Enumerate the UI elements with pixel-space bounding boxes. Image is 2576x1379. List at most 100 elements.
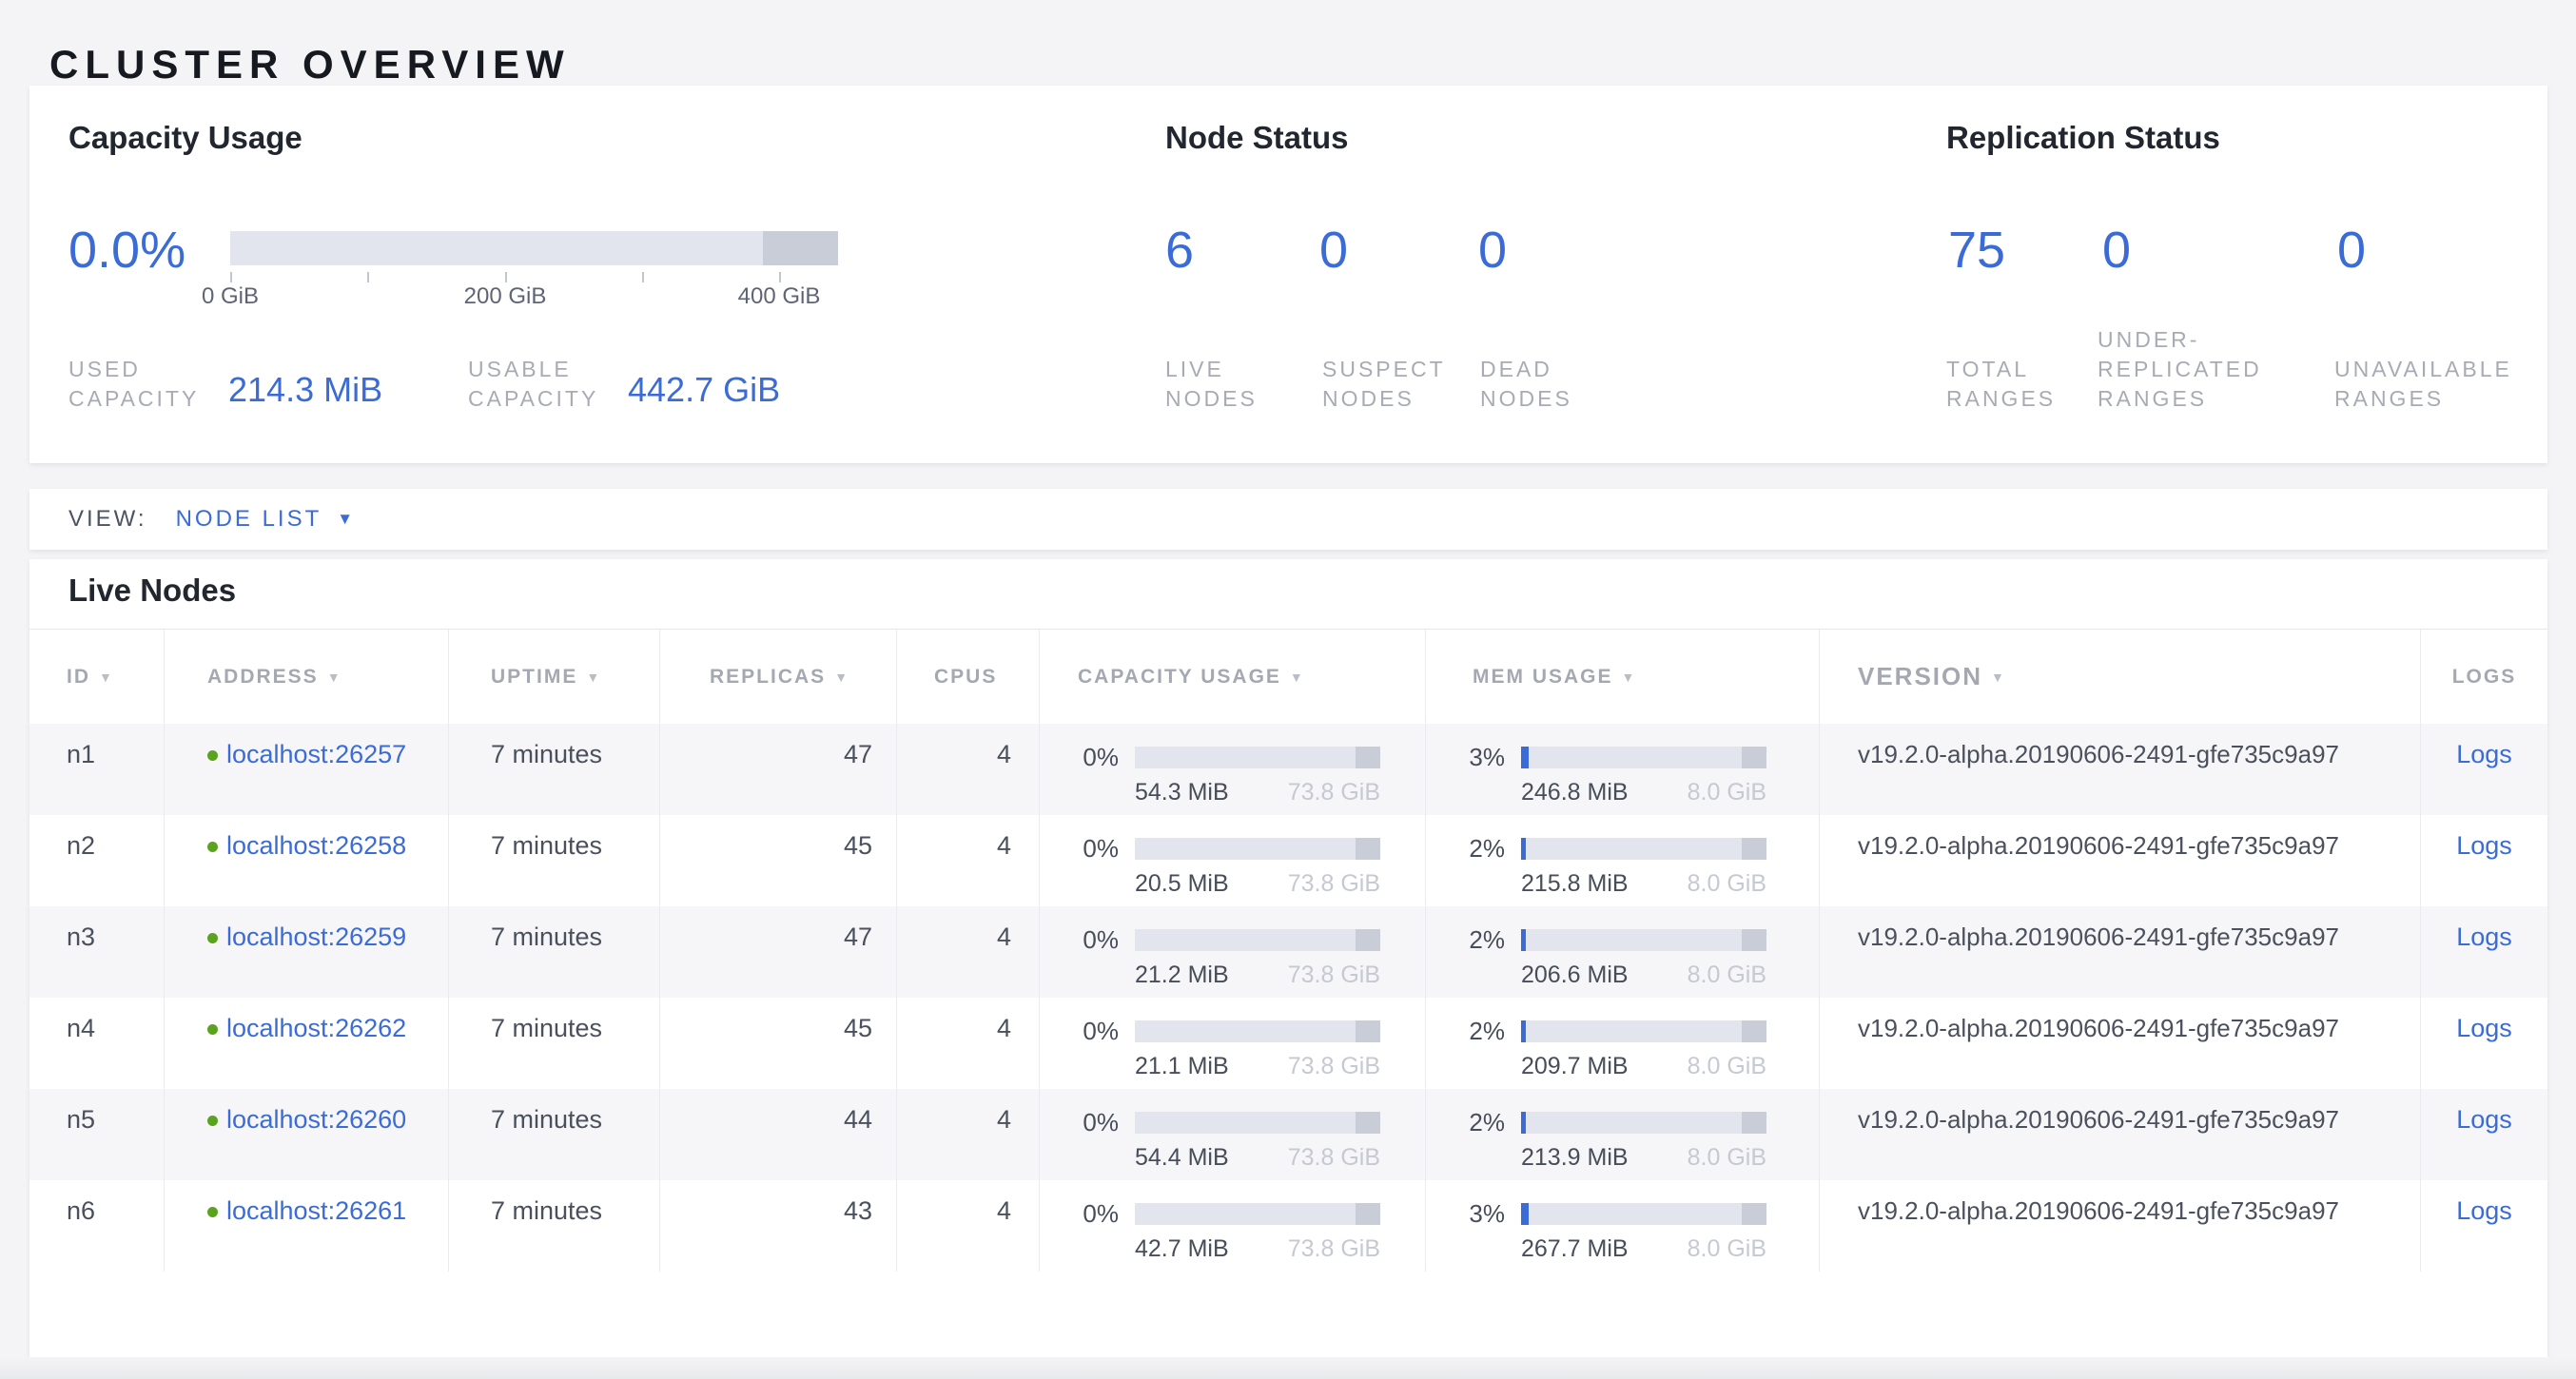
logs-link[interactable]: Logs xyxy=(2456,1014,2512,1042)
capacity-usage-bar xyxy=(1135,929,1380,951)
capacity-gauge-bar xyxy=(230,231,838,265)
node-address-link[interactable]: localhost:26259 xyxy=(226,923,406,951)
capacity-usage-bar xyxy=(1135,1203,1380,1225)
node-id-cell: n2 xyxy=(29,815,165,906)
capacity-usage-cell: 0% 21.2 MiB 73.8 GiB xyxy=(1040,906,1426,998)
mem-bar-reserved-segment xyxy=(1742,1112,1766,1134)
column-header-capacity-usage[interactable]: CAPACITY USAGE▼ xyxy=(1040,630,1426,724)
capacity-usage-cell: 0% 54.4 MiB 73.8 GiB xyxy=(1040,1089,1426,1180)
mem-usage-cell: 3% 246.8 MiB 8.0 GiB xyxy=(1426,724,1820,815)
node-id-cell: n1 xyxy=(29,724,165,815)
view-selector-bar: VIEW: NODE LIST ▼ xyxy=(29,489,2547,550)
uptime-cell: 7 minutes xyxy=(449,724,660,815)
logs-cell: Logs xyxy=(2421,724,2547,815)
logs-cell: Logs xyxy=(2421,1180,2547,1272)
node-address-cell: localhost:26260 xyxy=(165,1089,449,1180)
logs-cell: Logs xyxy=(2421,998,2547,1089)
replicas-cell: 45 xyxy=(660,998,897,1089)
axis-tick xyxy=(367,272,369,282)
table-row: n1 localhost:26257 7 minutes 47 4 0% 54.… xyxy=(29,724,2547,815)
node-status-heading: Node Status xyxy=(1165,120,1349,156)
mem-bar-used-marker xyxy=(1521,838,1526,860)
table-row: n3 localhost:26259 7 minutes 47 4 0% 21.… xyxy=(29,906,2547,998)
replication-status-heading: Replication Status xyxy=(1946,120,2220,156)
suspect-nodes-count: 0 xyxy=(1319,222,1348,279)
capacity-used-percent: 0.0% xyxy=(68,222,185,279)
logs-link[interactable]: Logs xyxy=(2456,1196,2512,1225)
mem-bar-used-marker xyxy=(1521,747,1529,768)
node-address-link[interactable]: localhost:26260 xyxy=(226,1105,406,1134)
capacity-usage-bar xyxy=(1135,1020,1380,1042)
node-address-cell: localhost:26257 xyxy=(165,724,449,815)
capacity-bar-nonusable-segment xyxy=(1356,747,1380,768)
suspect-nodes-label: SUSPECT NODES xyxy=(1322,355,1446,414)
node-live-status-icon xyxy=(207,1207,218,1217)
logs-cell: Logs xyxy=(2421,815,2547,906)
capacity-usage-cell: 0% 21.1 MiB 73.8 GiB xyxy=(1040,998,1426,1089)
under-replicated-ranges-label: UNDER- REPLICATED RANGES xyxy=(2098,325,2262,414)
capacity-usage-bar xyxy=(1135,747,1380,768)
node-id-cell: n3 xyxy=(29,906,165,998)
column-header-replicas[interactable]: REPLICAS▼ xyxy=(660,630,897,724)
chevron-down-icon[interactable]: ▼ xyxy=(337,510,353,529)
column-header-address[interactable]: ADDRESS▼ xyxy=(165,630,449,724)
view-dropdown[interactable]: NODE LIST xyxy=(176,506,322,533)
logs-link[interactable]: Logs xyxy=(2456,831,2512,860)
node-address-link[interactable]: localhost:26261 xyxy=(226,1196,406,1225)
node-live-status-icon xyxy=(207,842,218,852)
node-live-status-icon xyxy=(207,750,218,761)
column-header-mem-usage[interactable]: MEM USAGE▼ xyxy=(1426,630,1820,724)
sort-icon: ▼ xyxy=(1991,670,2006,685)
version-cell: v19.2.0-alpha.20190606-2491-gfe735c9a97 xyxy=(1820,724,2421,815)
usable-capacity-value: 442.7 GiB xyxy=(628,370,780,410)
uptime-cell: 7 minutes xyxy=(449,1180,660,1272)
replicas-cell: 44 xyxy=(660,1089,897,1180)
node-address-link[interactable]: localhost:26258 xyxy=(226,831,406,860)
live-nodes-table-header: ID▼ ADDRESS▼ UPTIME▼ REPLICAS▼ CPUS CAPA… xyxy=(29,630,2547,724)
dead-nodes-label: DEAD NODES xyxy=(1480,355,1572,414)
node-address-link[interactable]: localhost:26257 xyxy=(226,740,406,768)
unavailable-ranges-count: 0 xyxy=(2337,222,2366,279)
sort-icon: ▼ xyxy=(834,670,849,685)
axis-tick-label: 0 GiB xyxy=(202,283,259,310)
sort-icon: ▼ xyxy=(1622,670,1637,685)
logs-link[interactable]: Logs xyxy=(2456,923,2512,951)
mem-bar-reserved-segment xyxy=(1742,1020,1766,1042)
node-id-cell: n5 xyxy=(29,1089,165,1180)
live-nodes-count: 6 xyxy=(1165,222,1194,279)
cpus-cell: 4 xyxy=(897,815,1040,906)
live-nodes-panel: Live Nodes ID▼ ADDRESS▼ UPTIME▼ REPLICAS… xyxy=(29,559,2547,1357)
axis-tick xyxy=(642,272,644,282)
logs-link[interactable]: Logs xyxy=(2456,1105,2512,1134)
logs-link[interactable]: Logs xyxy=(2456,740,2512,768)
cpus-cell: 4 xyxy=(897,1089,1040,1180)
cpus-cell: 4 xyxy=(897,906,1040,998)
node-address-cell: localhost:26258 xyxy=(165,815,449,906)
live-nodes-table: ID▼ ADDRESS▼ UPTIME▼ REPLICAS▼ CPUS CAPA… xyxy=(29,629,2547,1272)
mem-usage-bar xyxy=(1521,929,1766,951)
column-header-version[interactable]: VERSION▼ xyxy=(1820,630,2421,724)
mem-usage-cell: 2% 209.7 MiB 8.0 GiB xyxy=(1426,998,1820,1089)
mem-bar-used-marker xyxy=(1521,1112,1526,1134)
node-address-cell: localhost:26261 xyxy=(165,1180,449,1272)
view-label: VIEW: xyxy=(68,506,147,533)
mem-bar-reserved-segment xyxy=(1742,838,1766,860)
column-header-cpus: CPUS xyxy=(897,630,1040,724)
sort-icon: ▼ xyxy=(327,670,342,685)
capacity-bar-nonusable-segment xyxy=(1356,838,1380,860)
table-row: n2 localhost:26258 7 minutes 45 4 0% 20.… xyxy=(29,815,2547,906)
node-id-cell: n6 xyxy=(29,1180,165,1272)
capacity-bar-nonusable-segment xyxy=(1356,1112,1380,1134)
sort-icon: ▼ xyxy=(1290,670,1305,685)
replicas-cell: 47 xyxy=(660,906,897,998)
capacity-usage-cell: 0% 54.3 MiB 73.8 GiB xyxy=(1040,724,1426,815)
mem-usage-bar xyxy=(1521,838,1766,860)
column-header-id[interactable]: ID▼ xyxy=(29,630,165,724)
version-cell: v19.2.0-alpha.20190606-2491-gfe735c9a97 xyxy=(1820,906,2421,998)
capacity-bar-nonusable-segment xyxy=(1356,1020,1380,1042)
node-address-link[interactable]: localhost:26262 xyxy=(226,1014,406,1042)
logs-cell: Logs xyxy=(2421,906,2547,998)
uptime-cell: 7 minutes xyxy=(449,1089,660,1180)
column-header-uptime[interactable]: UPTIME▼ xyxy=(449,630,660,724)
mem-usage-bar xyxy=(1521,747,1766,768)
